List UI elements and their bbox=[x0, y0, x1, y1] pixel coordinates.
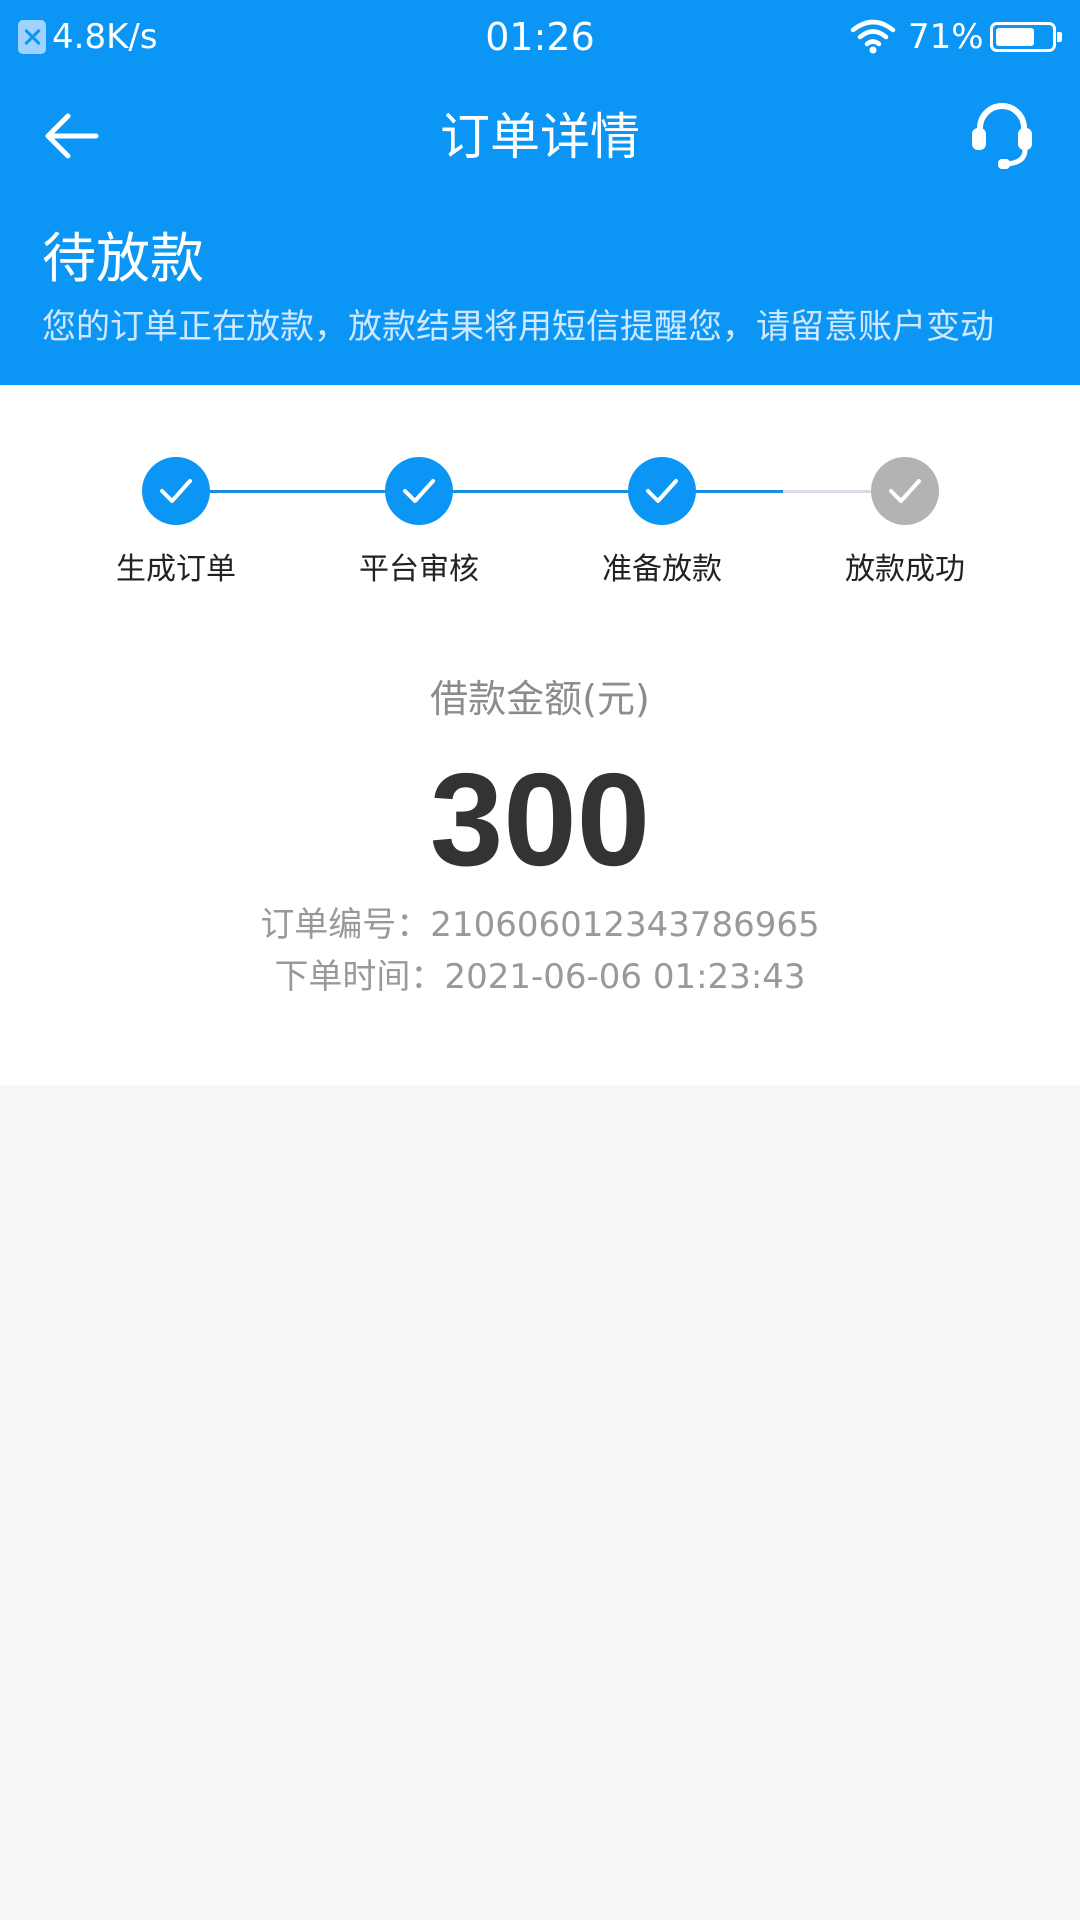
battery-icon bbox=[990, 22, 1062, 52]
step-check-icon bbox=[871, 457, 939, 525]
step-label: 生成订单 bbox=[116, 552, 236, 587]
order-time: 下单时间：2021-06-06 01:23:43 bbox=[274, 957, 806, 997]
step-3: 准备放款 bbox=[582, 457, 742, 589]
screen: 4.8K/s 01:26 71% 订单详情 待放款 您的订单正在放款，放款结果将… bbox=[0, 0, 1080, 1920]
order-status-description: 您的订单正在放款，放款结果将用短信提醒您，请留意账户变动 bbox=[42, 307, 994, 347]
status-bar: 4.8K/s 01:26 71% bbox=[0, 0, 1080, 76]
step-check-icon bbox=[142, 457, 210, 525]
wifi-icon bbox=[850, 19, 896, 54]
step-4: 放款成功 bbox=[825, 457, 985, 589]
step-label: 放款成功 bbox=[845, 552, 965, 587]
step-1: 生成订单 bbox=[96, 457, 256, 589]
headset-icon[interactable] bbox=[968, 98, 1036, 170]
amount-label: 借款金额(元) bbox=[430, 677, 650, 721]
battery-percent: 71% bbox=[908, 17, 984, 57]
header-region: 4.8K/s 01:26 71% 订单详情 待放款 您的订单正在放款，放款结果将… bbox=[0, 0, 1080, 385]
step-check-icon bbox=[628, 457, 696, 525]
order-card: 生成订单 平台审核 准备放款 放款成功 借款金额(元) 300 订单编号：210… bbox=[0, 385, 1080, 1085]
step-label: 准备放款 bbox=[602, 552, 722, 587]
battery-fill bbox=[996, 28, 1034, 46]
amount-value: 300 bbox=[429, 746, 651, 893]
page-title: 订单详情 bbox=[440, 108, 640, 166]
step-label: 平台审核 bbox=[359, 552, 479, 587]
step-check-icon bbox=[385, 457, 453, 525]
battery-cap bbox=[1057, 32, 1062, 42]
progress-steps: 生成订单 平台审核 准备放款 放款成功 bbox=[0, 385, 1080, 587]
step-2: 平台审核 bbox=[339, 457, 499, 589]
order-status-title: 待放款 bbox=[42, 227, 204, 290]
nav-bar: 订单详情 bbox=[0, 76, 1080, 196]
order-number: 订单编号：210606012343786965 bbox=[260, 905, 820, 945]
